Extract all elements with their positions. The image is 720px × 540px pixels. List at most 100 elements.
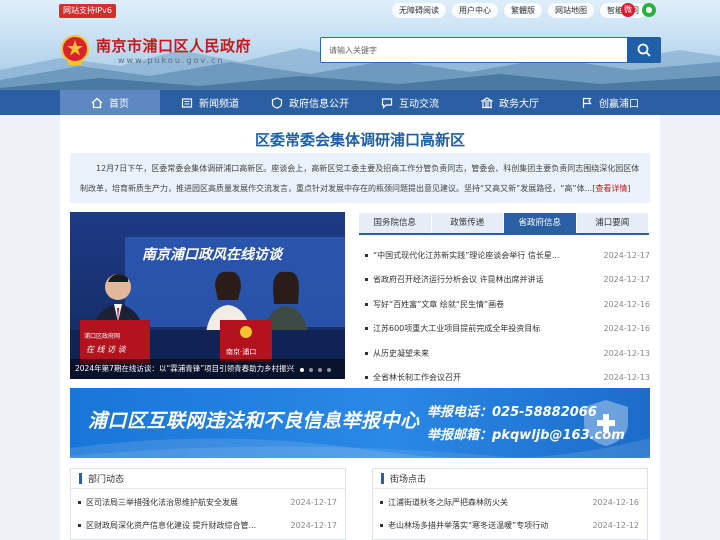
list-item[interactable]: 江苏600项重大工业项目提前完成全年投资目标 2024-12-16 [362, 317, 650, 342]
search-input[interactable] [321, 38, 625, 62]
report-center-banner[interactable]: 浦口区互联网违法和不良信息举报中心 举报电话：025-58882066 举报邮箱… [70, 388, 650, 458]
list-item[interactable]: 区财政局深化资产信息化建设 提升财政综合管... 2024-12-17 [75, 514, 337, 537]
news-date: 2024-12-16 [603, 299, 651, 309]
nav-label: 政务大厅 [499, 99, 539, 110]
list-item[interactable]: 江浦街道秋冬之际严把森林防火关 2024-12-16 [377, 491, 639, 514]
search-icon [637, 43, 651, 57]
nav-interaction[interactable]: 互动交流 [360, 90, 460, 115]
toplink-accessibility[interactable]: 无障碍阅读 [392, 3, 446, 18]
list-item[interactable]: “中国式现代化江苏新实践”理论座谈会举行 信长星... 2024-12-17 [362, 243, 650, 268]
list-item[interactable]: 区司法局三举措强化法治思维护航安全发展 2024-12-17 [75, 491, 337, 514]
headline-summary: 12月7日下午，区委常委会集体调研浦口高新区。座谈会上，高新区党工委主要及招商工… [70, 153, 650, 203]
news-date: 2024-12-13 [603, 373, 651, 383]
column-title[interactable]: 部门动态 [88, 472, 124, 485]
bullet-icon [365, 351, 368, 355]
list-item[interactable]: 从历史凝望未来 2024-12-13 [362, 341, 650, 366]
list-item[interactable]: 写好“百姓富”文章 绘就“民生情”画卷 2024-12-16 [362, 292, 650, 317]
bullet-icon [78, 524, 81, 527]
nav-label: 政府信息公开 [289, 99, 349, 110]
slider-dot[interactable] [300, 368, 304, 372]
nav-service-hall[interactable]: 政务大厅 [460, 90, 560, 115]
view-details-link[interactable]: [查看详情] [592, 184, 630, 193]
bullet-icon [380, 524, 383, 527]
toplink-traditional[interactable]: 繁體版 [504, 3, 542, 18]
nav-home[interactable]: 首页 [60, 90, 160, 115]
news-date: 2024-12-17 [290, 521, 338, 530]
bullet-icon [365, 327, 368, 331]
header-bar [381, 473, 384, 484]
column-title[interactable]: 街场点击 [390, 472, 426, 485]
info-icon [271, 96, 283, 109]
wechat-icon[interactable]: ● [642, 3, 656, 17]
bullet-icon [365, 253, 368, 257]
list-item[interactable]: 老山林场多措并举落实“寒冬送温暖”专项行动 2024-12-12 [377, 514, 639, 537]
header-bar [79, 473, 82, 484]
toplink-sitemap[interactable]: 网站地图 [548, 3, 594, 18]
street-news-column: 街场点击 江浦街道秋冬之际严把森林防火关 2024-12-16 老山林场多措并举落… [372, 468, 648, 540]
bullet-icon [365, 302, 368, 306]
news-list: “中国式现代化江苏新实践”理论座谈会举行 信长星... 2024-12-17 省政… [362, 243, 650, 390]
nav-gov-info[interactable]: 政府信息公开 [260, 90, 360, 115]
nav-win-pukou[interactable]: 创赢浦口 [560, 90, 660, 115]
svg-text:浦口区政府网: 浦口区政府网 [84, 332, 120, 340]
news-title[interactable]: 写好“百姓富”文章 绘就“民生情”画卷 [373, 299, 602, 310]
tab-state-council[interactable]: 国务院信息 [359, 213, 431, 233]
tab-pukou-news[interactable]: 浦口要闻 [576, 213, 648, 233]
search-button[interactable] [627, 37, 661, 63]
tab-policy[interactable]: 政策传递 [431, 213, 503, 233]
news-date: 2024-12-17 [603, 250, 651, 260]
news-title[interactable]: 省政府召开经济运行分析会议 许昆林出席并讲话 [373, 274, 602, 285]
column-header: 部门动态 [71, 469, 345, 489]
desk-sign-left [80, 320, 150, 364]
news-title[interactable]: 区司法局三举措强化法治思维护航安全发展 [86, 497, 289, 508]
nav-label: 互动交流 [399, 99, 439, 110]
news-date: 2024-12-17 [290, 498, 338, 507]
top-links: 无障碍阅读 用户中心 繁體版 网站地图 智能答问 [392, 3, 646, 18]
site-title[interactable]: 南京市浦口区人民政府 [96, 35, 251, 56]
dept-news-column: 部门动态 区司法局三举措强化法治思维护航安全发展 2024-12-17 区财政局深… [70, 468, 346, 540]
nav-news[interactable]: 新闻频道 [160, 90, 260, 115]
banner-email: 举报邮箱：pkqwljb@163.com [427, 428, 625, 443]
news-title[interactable]: 老山林场多措并举落实“寒冬送温暖”专项行动 [388, 520, 591, 531]
main-nav: 首页 新闻频道 政府信息公开 互动交流 政务大厅 创赢浦口 [0, 90, 720, 115]
screen-title-text: 南京浦口政风在线访谈 [142, 246, 284, 263]
video-slider[interactable]: 南京浦口政风在线访谈 浦口区政府网 在 线 访 谈 南京·浦口 2024年第7期… [70, 212, 345, 379]
bullet-icon [365, 278, 368, 282]
nav-label: 创赢浦口 [599, 99, 639, 110]
news-date: 2024-12-16 [592, 498, 640, 507]
bullet-icon [78, 501, 81, 504]
news-title[interactable]: 江苏600项重大工业项目提前完成全年投资目标 [373, 323, 602, 334]
news-title[interactable]: “中国式现代化江苏新实践”理论座谈会举行 信长星... [373, 250, 602, 261]
weibo-icon[interactable]: 微 [621, 3, 635, 17]
list-item[interactable]: 省政府召开经济运行分析会议 许昆林出席并讲话 2024-12-17 [362, 268, 650, 293]
banner-title: 浦口区互联网违法和不良信息举报中心 [88, 410, 420, 432]
national-emblem-icon [61, 35, 89, 65]
home-icon [91, 97, 103, 108]
bullet-icon [365, 376, 368, 380]
news-date: 2024-12-17 [603, 275, 651, 285]
toplink-user-center[interactable]: 用户中心 [452, 3, 498, 18]
bullet-icon [380, 501, 383, 504]
slider-dot[interactable] [318, 368, 322, 372]
svg-text:在 线 访 谈: 在 线 访 谈 [86, 345, 127, 354]
slider-dots [300, 368, 331, 372]
news-date: 2024-12-12 [592, 521, 640, 530]
news-title[interactable]: 全省林长制工作会议召开 [373, 372, 602, 383]
news-date: 2024-12-16 [603, 324, 651, 334]
chat-icon [381, 97, 393, 109]
slider-dot[interactable] [309, 368, 313, 372]
site-header: 网站支持IPv6 无障碍阅读 用户中心 繁體版 网站地图 智能答问 微 ● 南京… [0, 0, 720, 90]
news-title[interactable]: 从历史凝望未来 [373, 348, 602, 359]
headline-title[interactable]: 区委常委会集体调研浦口高新区 [70, 129, 650, 150]
news-date: 2024-12-13 [603, 348, 651, 358]
list-item[interactable]: 全省林长制工作会议召开 2024-12-13 [362, 366, 650, 391]
ipv6-badge: 网站支持IPv6 [59, 4, 117, 18]
news-title[interactable]: 区财政局深化资产信息化建设 提升财政综合管... [86, 520, 289, 531]
slider-dot[interactable] [327, 368, 331, 372]
tab-provincial-gov[interactable]: 省政府信息 [504, 213, 576, 233]
news-title[interactable]: 江浦街道秋冬之际严把森林防火关 [388, 497, 591, 508]
banner-phone: 举报电话：025-58882066 [427, 405, 597, 420]
nav-label: 新闻频道 [199, 99, 239, 110]
news-tabs: 国务院信息 政策传递 省政府信息 浦口要闻 [359, 213, 649, 235]
news-icon [181, 97, 193, 108]
